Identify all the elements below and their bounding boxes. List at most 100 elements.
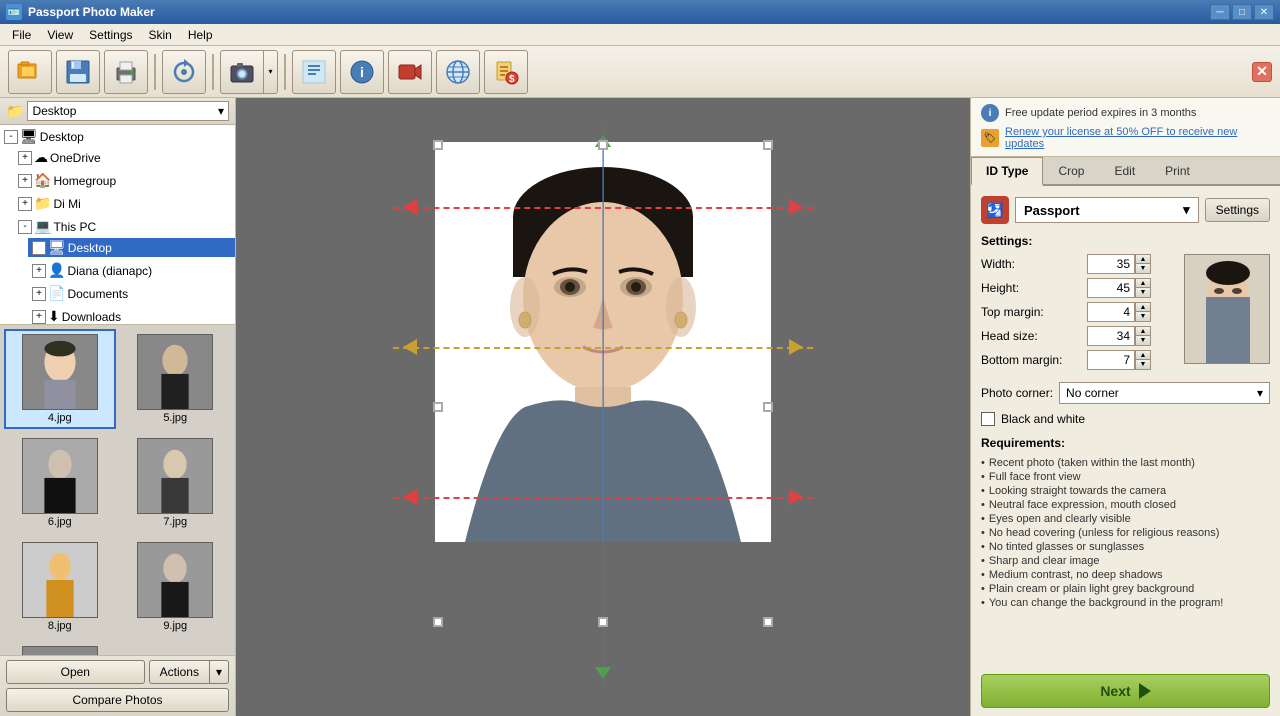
web-button[interactable] [436,50,480,94]
menu-file[interactable]: File [4,26,39,44]
top-margin-up-button[interactable]: ▲ [1135,302,1151,312]
info-button[interactable]: i [340,50,384,94]
tree-row-homegroup[interactable]: + 🏠 Homegroup [14,171,235,190]
crop-arrow-left-top[interactable] [403,199,417,215]
tree-expand-onedrive[interactable]: + [18,151,32,165]
head-size-input[interactable] [1087,326,1135,346]
height-up-button[interactable]: ▲ [1135,278,1151,288]
close-window-button[interactable]: ✕ [1254,4,1274,20]
handle-right-center[interactable] [763,402,773,412]
handle-top-center[interactable] [598,140,608,150]
tree-expand-desktop[interactable]: - [4,130,18,144]
crop-arrow-left-eyes[interactable] [403,339,417,355]
crop-arrow-right-chin[interactable] [789,489,803,505]
top-margin-input[interactable] [1087,302,1135,322]
width-up-button[interactable]: ▲ [1135,254,1151,264]
open-file-button[interactable] [8,50,52,94]
bottom-margin-down-button[interactable]: ▼ [1135,360,1151,370]
folder-dropdown[interactable]: Desktop ▾ [27,101,229,121]
next-button[interactable]: Next [981,674,1270,708]
open-button[interactable]: Open [6,660,145,684]
tree-expand-dimi[interactable]: + [18,197,32,211]
thumbnail-extra[interactable]: 10.jpg [4,641,116,655]
close-toolbar-button[interactable]: ✕ [1252,62,1272,82]
corner-handle-br[interactable] [763,617,773,627]
handle-left-center[interactable] [433,402,443,412]
video-button[interactable] [388,50,432,94]
rotate-button[interactable] [162,50,206,94]
tree-row-documents[interactable]: + 📄 Documents [28,284,235,303]
thumbnail-9[interactable]: 9.jpg [120,537,232,637]
tree-node-downloads: + ⬇ Downloads [14,305,235,325]
tree-expand-homegroup[interactable]: + [18,174,32,188]
bottom-margin-up-button[interactable]: ▲ [1135,350,1151,360]
camera-dropdown-button[interactable]: ▾ [264,50,278,94]
menu-settings[interactable]: Settings [81,26,140,44]
tab-print[interactable]: Print [1150,157,1205,184]
tree-node-diana: + 👤 Diana (dianapc) [14,259,235,282]
tree-row-downloads[interactable]: + ⬇ Downloads [28,307,235,325]
corner-handle-bl[interactable] [433,617,443,627]
bw-checkbox[interactable] [981,412,995,426]
tab-edit[interactable]: Edit [1099,157,1150,184]
tree-row-desktop-sub[interactable]: + 🖥 Desktop [28,238,235,257]
req-item-10: You can change the background in the pro… [981,596,1270,610]
save-button[interactable] [56,50,100,94]
handle-bottom-center[interactable] [598,617,608,627]
maximize-button[interactable]: □ [1232,4,1252,20]
tree-expand-documents[interactable]: + [32,287,46,301]
tree-row-onedrive[interactable]: + ☁ OneDrive [14,148,235,167]
tree-expand-diana[interactable]: + [32,264,46,278]
tree-row-thispc[interactable]: - 💻 This PC [14,217,235,236]
req-item-8: Medium contrast, no deep shadows [981,568,1270,582]
passport-type-dropdown[interactable]: Passport ▾ [1015,197,1199,223]
head-size-up-button[interactable]: ▲ [1135,326,1151,336]
renew-link[interactable]: Renew your license at 50% OFF to receive… [1005,126,1270,150]
tree-expand-desktop-sub[interactable]: + [32,241,46,255]
camera-button[interactable] [220,50,264,94]
left-panel: 📁 Desktop ▾ - 🖥 Desktop + ☁ OneDri [0,98,236,716]
tree-row-diana[interactable]: + 👤 Diana (dianapc) [28,261,235,280]
corner-handle-tl[interactable] [433,140,443,150]
thumbnail-7[interactable]: 7.jpg [120,433,232,533]
thumbnail-5[interactable]: 5.jpg [120,329,232,429]
photo-corner-select[interactable]: No corner ▾ [1059,382,1270,404]
tree-row-desktop[interactable]: - 🖥 Desktop [0,127,235,146]
width-down-button[interactable]: ▼ [1135,264,1151,274]
minimize-button[interactable]: ─ [1210,4,1230,20]
settings-area: Width: ▲ ▼ Height: [981,254,1270,374]
thumbnail-4[interactable]: 4.jpg [4,329,116,429]
tree-node-desktop-sub: + 🖥 Desktop [14,236,235,259]
edit-button[interactable] [292,50,336,94]
crop-handle-bottom[interactable] [595,667,611,679]
thumbnail-6[interactable]: 6.jpg [4,433,116,533]
orders-button[interactable]: $ [484,50,528,94]
tree-expand-thispc[interactable]: - [18,220,32,234]
crop-arrow-left-chin[interactable] [403,489,417,505]
update-row: i Free update period expires in 3 months [981,104,1270,122]
tab-id-type[interactable]: ID Type [971,157,1043,186]
tree-expand-downloads[interactable]: + [32,310,46,324]
menu-help[interactable]: Help [180,26,221,44]
tree-row-dimi[interactable]: + 📁 Di Mi [14,194,235,213]
thumbnail-8[interactable]: 8.jpg [4,537,116,637]
passport-settings-button[interactable]: Settings [1205,198,1270,222]
height-down-button[interactable]: ▼ [1135,288,1151,298]
actions-button[interactable]: Actions [149,660,210,684]
top-margin-down-button[interactable]: ▼ [1135,312,1151,322]
height-input[interactable] [1087,278,1135,298]
tab-crop[interactable]: Crop [1043,157,1099,184]
print-button[interactable] [104,50,148,94]
menu-skin[interactable]: Skin [141,26,180,44]
head-size-down-button[interactable]: ▼ [1135,336,1151,346]
actions-dropdown-button[interactable]: ▾ [210,660,229,684]
corner-handle-tr[interactable] [763,140,773,150]
compare-photos-button[interactable]: Compare Photos [6,688,229,712]
crop-arrow-right-eyes[interactable] [789,339,803,355]
crop-arrow-right-top[interactable] [789,199,803,215]
bottom-margin-input[interactable] [1087,350,1135,370]
menu-view[interactable]: View [39,26,81,44]
file-tree[interactable]: - 🖥 Desktop + ☁ OneDrive + 🏠 Homegrou [0,125,235,325]
toolbar: ▾ i $ ✕ [0,46,1280,98]
width-input[interactable] [1087,254,1135,274]
